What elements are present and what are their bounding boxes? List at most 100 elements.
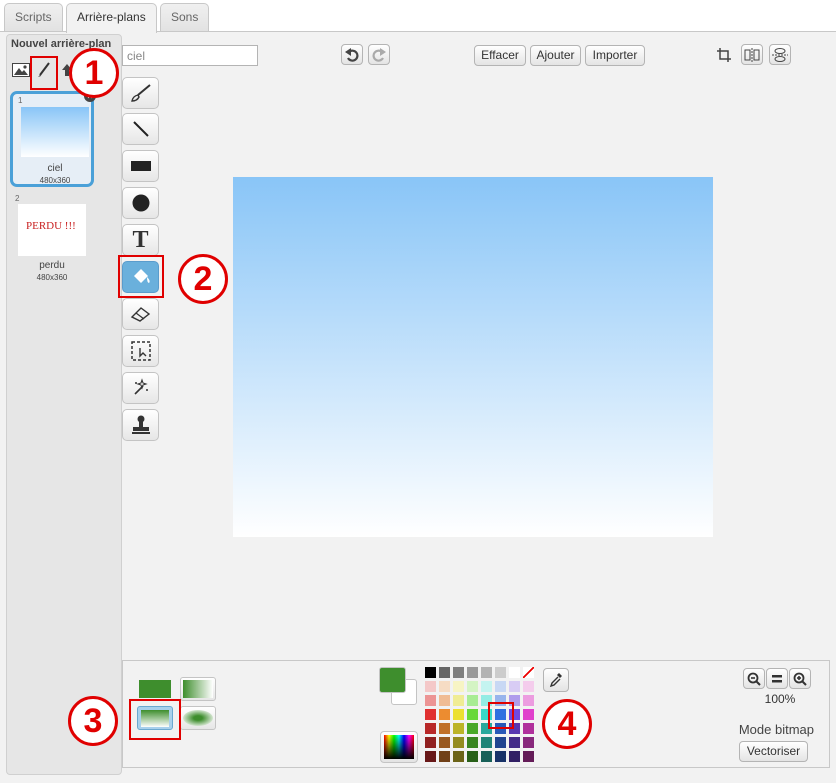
backdrop-thumbnail: PERDU !!! [18,204,86,256]
color-swatch[interactable] [467,737,478,748]
zoom-reset-button[interactable] [766,668,788,689]
color-swatch[interactable] [509,667,520,678]
color-swatch[interactable] [425,751,436,762]
color-swatch[interactable] [481,751,492,762]
color-swatch[interactable] [495,667,506,678]
transparent-swatch[interactable] [523,667,534,678]
color-swatch[interactable] [509,751,520,762]
color-palette [425,667,537,764]
import-button[interactable]: Importer [585,45,645,66]
primary-color-swatch[interactable] [379,667,406,693]
color-swatch[interactable] [439,695,450,706]
color-swatch[interactable] [453,681,464,692]
color-swatch[interactable] [509,737,520,748]
annotation-marker-2: 2 [178,254,228,304]
color-swatch[interactable] [509,681,520,692]
choose-backdrop-library-icon[interactable] [11,60,31,80]
color-swatch[interactable] [453,723,464,734]
color-swatch[interactable] [467,667,478,678]
magic-wand-icon [133,378,148,395]
paint-canvas[interactable] [233,177,713,537]
color-swatch[interactable] [439,709,450,720]
eraser-tool[interactable] [122,298,159,330]
color-swatch[interactable] [523,737,534,748]
stamp-tool[interactable] [122,409,159,441]
ellipse-icon [132,194,149,212]
color-swatch[interactable] [425,667,436,678]
backdrop-item-perdu[interactable]: 2 PERDU !!! perdu 480x360 [10,192,94,288]
text-tool[interactable]: T [122,224,159,256]
color-swatch[interactable] [439,751,450,762]
fill-solid-option[interactable] [137,677,173,701]
color-swatch[interactable] [495,737,506,748]
color-swatch[interactable] [523,751,534,762]
add-button[interactable]: Ajouter [530,45,581,66]
flip-horizontal-button[interactable] [741,44,763,65]
color-swatch[interactable] [523,709,534,720]
undo-button[interactable] [341,44,363,65]
tab-scripts[interactable]: Scripts [4,3,63,31]
color-swatch[interactable] [439,737,450,748]
color-swatch[interactable] [481,681,492,692]
convert-to-vector-button[interactable]: Vectoriser [739,741,808,762]
mode-label: Mode bitmap [738,722,814,737]
color-swatch[interactable] [523,695,534,706]
color-swatch[interactable] [495,751,506,762]
zoom-level: 100% [764,692,796,706]
flip-vertical-button[interactable] [769,44,791,65]
backdrop-thumbnail [21,107,89,157]
fill-horizontal-gradient-option[interactable] [180,677,216,701]
brush-tool[interactable] [122,77,159,109]
backdrop-item-ciel[interactable]: 1 ciel 480x360 × [10,90,96,187]
line-icon [132,121,149,137]
color-swatch[interactable] [453,667,464,678]
text-icon: T [132,226,149,253]
color-swatch[interactable] [439,667,450,678]
color-swatch[interactable] [523,723,534,734]
color-swatch[interactable] [439,723,450,734]
zoom-in-icon [793,672,807,686]
set-costume-center-button[interactable] [713,44,735,65]
color-swatch[interactable] [467,681,478,692]
annotation-box-4 [488,702,514,729]
color-swatch[interactable] [453,751,464,762]
color-swatch[interactable] [495,681,506,692]
color-swatch[interactable] [467,751,478,762]
select-tool[interactable] [122,335,159,367]
color-swatch[interactable] [453,709,464,720]
color-picker-button[interactable] [380,731,418,763]
thumbnail-text: PERDU !!! [26,220,76,232]
reshape-tool[interactable] [122,372,159,404]
annotation-marker-3: 3 [68,696,118,746]
zoom-in-button[interactable] [789,668,811,689]
tab-backdrops[interactable]: Arrière-plans [66,3,157,33]
color-swatch[interactable] [425,723,436,734]
color-swatch[interactable] [439,681,450,692]
tab-sounds[interactable]: Sons [160,3,210,31]
color-swatch[interactable] [481,667,492,678]
backdrop-number: 1 [18,96,23,105]
color-swatch[interactable] [523,681,534,692]
color-swatch[interactable] [453,695,464,706]
color-swatch[interactable] [467,723,478,734]
redo-button[interactable] [368,44,390,65]
ellipse-tool[interactable] [122,187,159,219]
zoom-out-button[interactable] [743,668,765,689]
color-swatch[interactable] [467,709,478,720]
color-swatch[interactable] [425,681,436,692]
color-swatch[interactable] [425,709,436,720]
eyedropper-button[interactable] [543,668,569,692]
new-backdrop-label: Nouvel arrière-plan [11,38,112,50]
color-swatch[interactable] [467,695,478,706]
color-swatch[interactable] [453,737,464,748]
costume-name-input[interactable] [122,45,258,66]
fill-radial-gradient-option[interactable] [180,706,216,730]
line-tool[interactable] [122,113,159,145]
color-swatch[interactable] [425,695,436,706]
clear-button[interactable]: Effacer [474,45,526,66]
select-icon [130,341,151,361]
color-swatch[interactable] [481,737,492,748]
rectangle-tool[interactable] [122,150,159,182]
color-swatch[interactable] [425,737,436,748]
backdrop-name: ciel [47,163,63,174]
